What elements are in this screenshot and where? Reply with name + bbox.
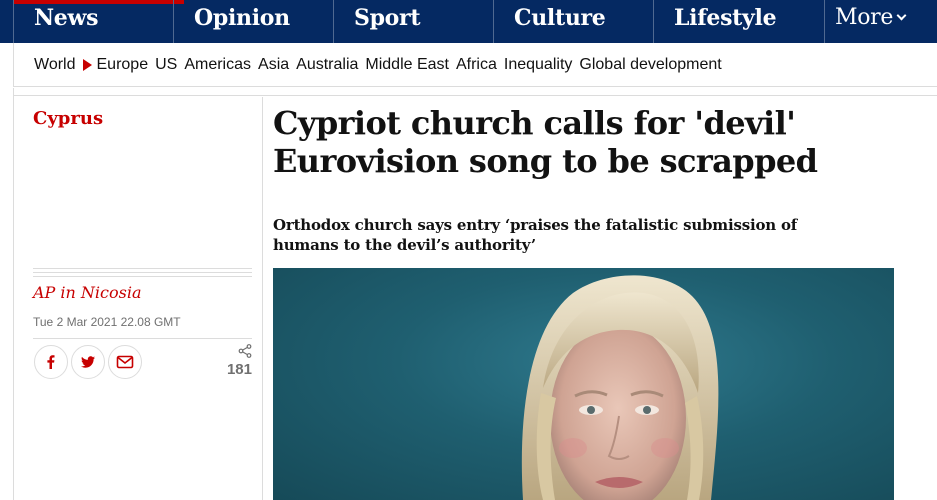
headline: Cypriot church calls for 'devil' Eurovis…	[273, 104, 833, 180]
pillar-sport[interactable]: Sport	[333, 0, 494, 43]
pillar-opinion[interactable]: Opinion	[173, 0, 344, 43]
headline-line-2: Eurovision song to be scrapped	[273, 142, 818, 180]
standfirst-line-2: humans to the devil’s authority’	[273, 236, 536, 254]
pillar-news[interactable]: News	[13, 0, 184, 43]
triangle-right-icon	[82, 59, 92, 71]
divider	[33, 338, 252, 339]
twitter-icon	[81, 356, 95, 368]
share-facebook-button[interactable]	[34, 345, 68, 379]
pillar-news-label: News	[34, 5, 99, 31]
pillar-sport-label: Sport	[354, 5, 421, 31]
headline-line-1: Cypriot church calls for 'devil'	[273, 104, 796, 142]
subnav-item-middle-east[interactable]: Middle East	[365, 56, 449, 74]
subnav-list: World Europe US Americas Asia Australia …	[34, 56, 729, 74]
facebook-icon	[47, 355, 55, 369]
share-count: 181	[226, 361, 252, 378]
subnav-item-inequality[interactable]: Inequality	[504, 56, 573, 74]
subnav-item-global-development[interactable]: Global development	[579, 56, 721, 74]
subnav-item-europe[interactable]: Europe	[97, 56, 149, 74]
section-link[interactable]: Cyprus	[33, 108, 103, 129]
share-twitter-button[interactable]	[71, 345, 105, 379]
byline[interactable]: AP in Nicosia	[33, 283, 142, 302]
pillar-more[interactable]: More	[824, 0, 937, 43]
subnav-item-africa[interactable]: Africa	[456, 56, 497, 74]
singer-portrait	[521, 275, 719, 500]
pillar-nav: News Opinion Sport Culture Lifestyle Mor…	[0, 0, 937, 43]
pillar-lifestyle[interactable]: Lifestyle	[653, 0, 824, 43]
pillar-lifestyle-label: Lifestyle	[674, 5, 777, 31]
standfirst-line-1: Orthodox church says entry ‘praises the …	[273, 216, 798, 234]
chevron-down-icon	[896, 10, 907, 21]
divider	[33, 276, 252, 277]
publish-date: Tue 2 Mar 2021 22.08 GMT	[33, 315, 181, 329]
share-email-button[interactable]	[108, 345, 142, 379]
divider	[33, 272, 252, 273]
divider	[13, 88, 14, 500]
pillar-culture[interactable]: Culture	[493, 0, 654, 43]
email-icon	[116, 355, 134, 369]
subnav-item-americas[interactable]: Americas	[184, 56, 251, 74]
subnav-item-world[interactable]: World	[34, 56, 76, 74]
hero-image	[273, 268, 894, 500]
subnav-item-us[interactable]: US	[155, 56, 177, 74]
pillar-culture-label: Culture	[514, 5, 606, 31]
standfirst: Orthodox church says entry ‘praises the …	[273, 215, 833, 255]
subnav: World Europe US Americas Asia Australia …	[13, 43, 937, 87]
divider	[262, 97, 263, 500]
divider	[13, 95, 937, 96]
subnav-item-asia[interactable]: Asia	[258, 56, 289, 74]
pillar-more-wrap: More	[835, 5, 907, 30]
divider	[33, 268, 252, 269]
pillar-more-label: More	[835, 5, 894, 30]
subnav-item-australia[interactable]: Australia	[296, 56, 358, 74]
share-icon	[238, 344, 252, 358]
pillar-opinion-label: Opinion	[194, 5, 290, 31]
